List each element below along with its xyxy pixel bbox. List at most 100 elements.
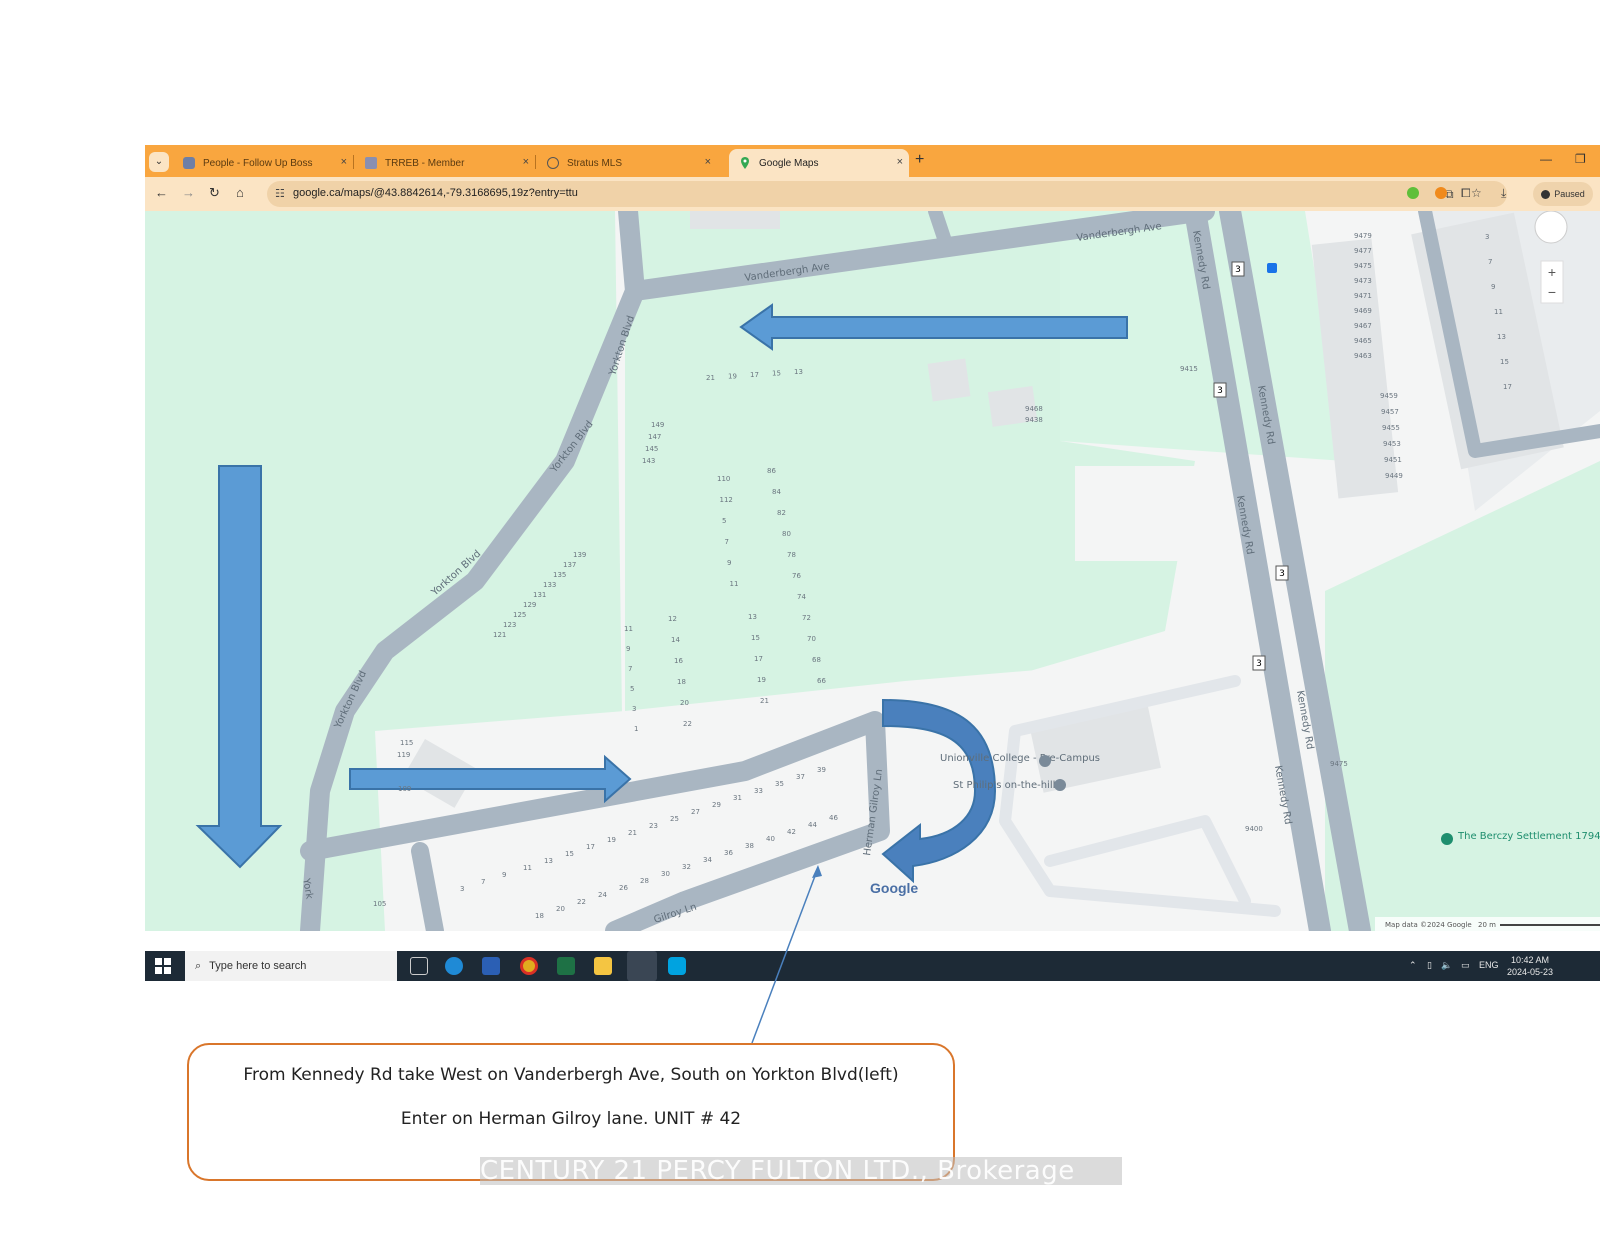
address-number: 11: [523, 864, 532, 872]
address-number: 9453: [1383, 440, 1401, 448]
address-number: 9455: [1382, 424, 1400, 432]
avatar-icon: [1541, 189, 1551, 199]
address-number: 29: [712, 801, 721, 809]
windows-start-icon[interactable]: [155, 958, 171, 974]
address-number: 9475: [1330, 760, 1348, 768]
address-number: 20: [680, 699, 689, 707]
tray-chevron-icon[interactable]: ⌃: [1409, 960, 1417, 971]
address-number: 129: [523, 601, 536, 609]
address-number: 17: [754, 655, 763, 663]
extension-green-icon[interactable]: [1407, 187, 1419, 199]
school-pin-icon: [1039, 755, 1051, 767]
route-shield-label: 3: [1235, 265, 1241, 275]
chrome-active-icon[interactable]: [627, 951, 657, 981]
transit-stop-icon: [1267, 263, 1277, 273]
close-tab-icon[interactable]: ×: [523, 156, 529, 168]
tab-label: Stratus MLS: [567, 157, 623, 169]
search-icon: ⌕: [195, 959, 202, 972]
tab-google-maps[interactable]: Google Maps ×: [729, 149, 909, 177]
address-number: 3: [1485, 233, 1489, 241]
address-number: 15: [751, 634, 760, 642]
clock-date: 2024-05-23: [1507, 967, 1554, 977]
address-number: 22: [577, 898, 586, 906]
address-number: 44: [808, 821, 817, 829]
address-number: 86: [767, 467, 776, 475]
address-bar[interactable]: ☷ google.ca/maps/@43.8842614,-79.3168695…: [267, 181, 1507, 207]
excel-icon[interactable]: [557, 957, 575, 975]
task-view-icon[interactable]: [410, 957, 428, 975]
word-icon[interactable]: [482, 957, 500, 975]
taskbar-clock[interactable]: 10:42 AM 2024-05-23: [1507, 954, 1553, 978]
address-number: 123: [503, 621, 516, 629]
address-number: 74: [797, 593, 806, 601]
address-number: 131: [533, 591, 546, 599]
address-number: 3: [460, 885, 464, 893]
address-number: 7: [628, 665, 632, 673]
building: [927, 358, 971, 402]
search-placeholder: Type here to search: [209, 960, 307, 972]
extension-orange-icon[interactable]: [1435, 187, 1447, 199]
address-number: 80: [782, 530, 791, 538]
file-explorer-icon[interactable]: [594, 957, 612, 975]
address-number: 21: [760, 697, 769, 705]
address-number: 25: [670, 815, 679, 823]
back-arrow-icon[interactable]: ←: [155, 185, 168, 200]
address-number: 119: [397, 751, 410, 759]
close-tab-icon[interactable]: ×: [341, 156, 347, 168]
address-number: 24: [598, 891, 607, 899]
address-number: 9479: [1354, 232, 1372, 240]
language-indicator[interactable]: ENG: [1479, 960, 1499, 970]
address-number: 5: [630, 685, 634, 693]
network-icon[interactable]: ▭: [1461, 960, 1470, 971]
bookmark-star-icon[interactable]: ☆: [1471, 186, 1482, 200]
volume-icon[interactable]: 🔈: [1441, 960, 1452, 971]
historic-pin-icon: [1441, 833, 1453, 845]
address-number: 9: [626, 645, 630, 653]
address-number: 33: [754, 787, 763, 795]
address-number: 11: [624, 625, 633, 633]
taskbar-search-box[interactable]: ⌕ Type here to search: [185, 951, 397, 981]
address-number: 26: [619, 884, 628, 892]
address-number: 42: [787, 828, 796, 836]
park-area-east: [1325, 461, 1600, 931]
forward-arrow-icon[interactable]: →: [182, 185, 195, 200]
new-tab-button[interactable]: +: [915, 151, 924, 169]
close-tab-icon[interactable]: ×: [897, 156, 903, 168]
address-number: 9: [502, 871, 506, 879]
address-number: 17: [586, 843, 595, 851]
address-number: 9473: [1354, 277, 1372, 285]
restore-icon[interactable]: ❐: [1575, 152, 1586, 166]
url-text[interactable]: google.ca/maps/@43.8842614,-79.3168695,1…: [293, 187, 578, 199]
address-number: 5: [722, 517, 726, 525]
address-number: 149: [651, 421, 664, 429]
reload-icon[interactable]: ↻: [209, 185, 220, 201]
building: [690, 211, 780, 229]
download-icon[interactable]: ⤓: [1501, 186, 1506, 201]
tab-trreb-member[interactable]: TRREB - Member ×: [355, 149, 535, 177]
map-svg[interactable]: 3 3 3 3 Vanderbergh Ave Vanderbergh Ave …: [145, 211, 1600, 931]
address-number: 40: [766, 835, 775, 843]
map-canvas[interactable]: 3 3 3 3 Vanderbergh Ave Vanderbergh Ave …: [145, 211, 1600, 931]
minimize-icon[interactable]: —: [1540, 152, 1552, 166]
address-number: 115: [400, 739, 413, 747]
edge-icon[interactable]: [445, 957, 463, 975]
address-number: 21: [628, 829, 637, 837]
address-number: 9: [1491, 283, 1495, 291]
side-road: [928, 211, 952, 248]
maps-pin-icon: [739, 157, 751, 169]
tab-follow-up-boss[interactable]: People - Follow Up Boss ×: [173, 149, 353, 177]
extensions-puzzle-icon[interactable]: ⧠: [1461, 186, 1471, 201]
tab-stratus-mls[interactable]: Stratus MLS ×: [537, 149, 717, 177]
tab-search-button[interactable]: ⌄: [149, 152, 169, 172]
address-number: 9469: [1354, 307, 1372, 315]
site-info-icon[interactable]: ☷: [275, 187, 285, 200]
chrome-icon[interactable]: [520, 957, 538, 975]
battery-icon[interactable]: ▯: [1427, 960, 1432, 971]
pan-control-icon[interactable]: [1534, 211, 1568, 244]
profile-button[interactable]: Paused: [1533, 182, 1593, 206]
close-tab-icon[interactable]: ×: [705, 156, 711, 168]
address-number: 125: [513, 611, 526, 619]
home-icon[interactable]: ⌂: [236, 185, 244, 200]
address-number: 66: [817, 677, 826, 685]
webex-icon[interactable]: [668, 957, 686, 975]
